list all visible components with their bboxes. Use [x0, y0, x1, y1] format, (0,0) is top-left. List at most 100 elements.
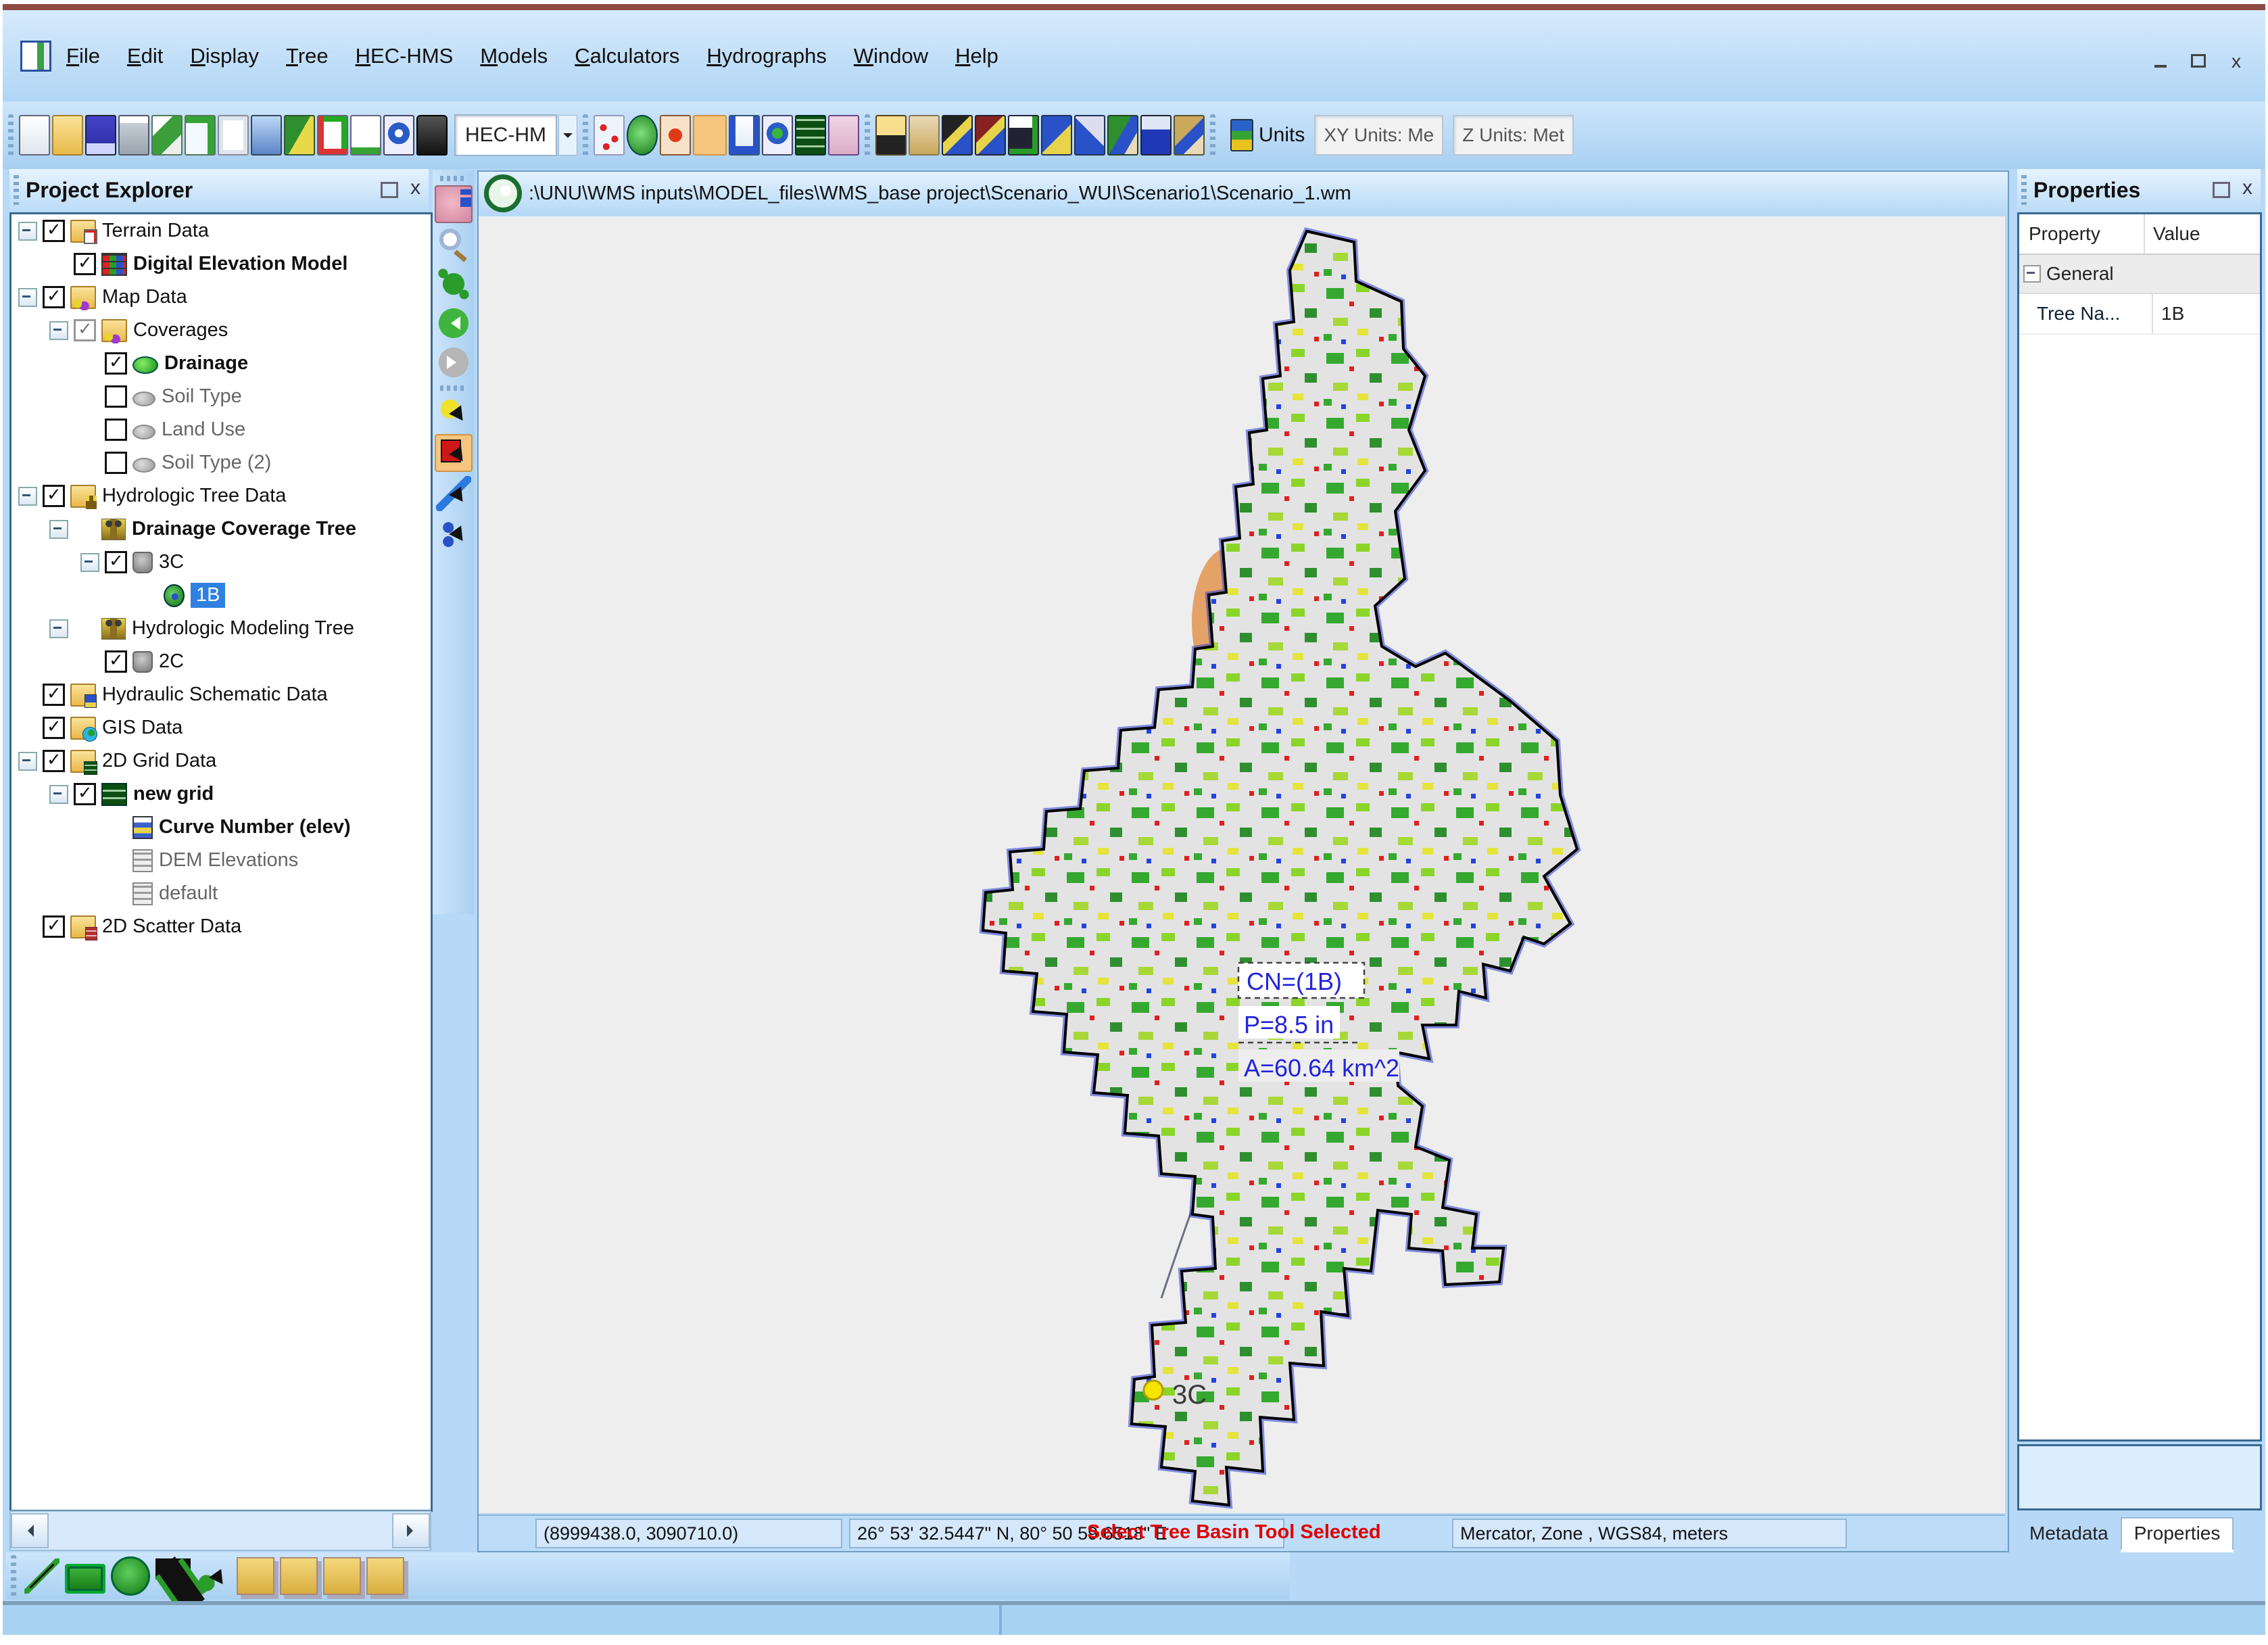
- export-icon[interactable]: [1140, 115, 1172, 156]
- oval-tool-icon[interactable]: [111, 1556, 150, 1596]
- save-icon[interactable]: [85, 115, 116, 156]
- grid-module-icon[interactable]: [795, 115, 826, 156]
- tree-expander-icon[interactable]: [49, 320, 68, 340]
- pan-tool-icon[interactable]: [435, 185, 473, 223]
- menu-file[interactable]: File: [66, 44, 100, 68]
- parameters-icon[interactable]: [909, 115, 940, 156]
- panel-grip-icon[interactable]: [14, 175, 19, 205]
- minimize-button[interactable]: [2150, 51, 2171, 72]
- tab-properties[interactable]: Properties: [2120, 1517, 2234, 1550]
- annotation-tool-icon-1[interactable]: [237, 1557, 274, 1595]
- display-grid-icon[interactable]: [975, 115, 1006, 156]
- text-tool-icon[interactable]: [155, 1558, 191, 1594]
- tree-item[interactable]: Hydraulic Schematic Data: [11, 678, 431, 711]
- refresh-icon[interactable]: [350, 115, 381, 156]
- compute-basin-icon[interactable]: [875, 115, 907, 156]
- select-basin-tool-icon-active[interactable]: [435, 434, 473, 472]
- annotation-tool-icon-3[interactable]: [323, 1557, 361, 1595]
- display-options-icon[interactable]: [317, 115, 348, 156]
- scroll-right-icon[interactable]: [392, 1513, 430, 1548]
- menu-display[interactable]: Display: [190, 44, 259, 68]
- panel-close-icon[interactable]: x: [410, 178, 420, 198]
- tree-item[interactable]: Curve Number (elev): [11, 811, 431, 844]
- tree-checkbox[interactable]: [43, 915, 65, 938]
- drawing-toolbar-grip[interactable]: [11, 1555, 16, 1597]
- menu-help[interactable]: Help: [955, 44, 998, 68]
- tree-item[interactable]: Coverages: [11, 314, 431, 347]
- menu-hydrographs[interactable]: Hydrographs: [706, 44, 826, 68]
- hydrologic-tree-module-icon[interactable]: [693, 115, 727, 156]
- drainage-module-icon[interactable]: [627, 115, 658, 156]
- panel-float-icon[interactable]: [381, 182, 398, 198]
- flow-path-icon[interactable]: [1074, 115, 1105, 156]
- annotation-tool-icon-4[interactable]: [366, 1557, 404, 1595]
- toolbar-grip-2[interactable]: [583, 114, 588, 156]
- tree-checkbox[interactable]: [74, 318, 96, 341]
- project-tree-hscrollbar[interactable]: [9, 1510, 431, 1551]
- annotation-tool-icon-2[interactable]: [280, 1557, 318, 1595]
- river-module-icon[interactable]: [729, 115, 760, 156]
- select-node-tool-icon[interactable]: [436, 515, 471, 550]
- menu-edit[interactable]: Edit: [127, 44, 163, 68]
- tree-checkbox[interactable]: [43, 749, 65, 772]
- menu-models[interactable]: Models: [480, 44, 548, 68]
- properties-float-icon[interactable]: [2213, 182, 2230, 198]
- rectangle-tool-icon[interactable]: [65, 1564, 105, 1594]
- menu-tree[interactable]: Tree: [286, 44, 329, 68]
- tree-item[interactable]: 1B: [11, 579, 431, 612]
- tree-item[interactable]: 2D Grid Data: [11, 744, 431, 778]
- tree-item[interactable]: GIS Data: [11, 711, 431, 744]
- tree-item[interactable]: new grid: [11, 778, 431, 811]
- tree-checkbox[interactable]: [105, 352, 127, 375]
- map-window-titlebar[interactable]: :\UNU\WMS inputs\MODEL_files\WMS_base pr…: [479, 172, 2008, 215]
- property-value[interactable]: 1B: [2152, 294, 2260, 333]
- tree-checkbox[interactable]: [105, 385, 127, 408]
- property-row[interactable]: Tree Na... 1B: [2019, 294, 2260, 335]
- next-view-icon[interactable]: [436, 345, 471, 380]
- select-arc-tool-icon[interactable]: [436, 476, 471, 511]
- units-button[interactable]: Units: [1230, 119, 1305, 151]
- line-tool-icon[interactable]: [24, 1558, 59, 1594]
- tree-item[interactable]: Land Use: [11, 413, 431, 446]
- toolbar-grip[interactable]: [8, 114, 14, 156]
- group-collapse-icon[interactable]: [2023, 265, 2041, 283]
- properties-grip-icon[interactable]: [2021, 175, 2027, 205]
- tree-checkbox[interactable]: [105, 650, 127, 673]
- tree-expander-icon[interactable]: [18, 287, 37, 307]
- restore-button[interactable]: [2188, 51, 2209, 72]
- close-button[interactable]: x: [2226, 51, 2246, 72]
- model-selector-dropdown-arrow[interactable]: [558, 115, 577, 156]
- tree-item[interactable]: Digital Elevation Model: [11, 247, 431, 281]
- tree-checkbox[interactable]: [43, 219, 65, 242]
- basin-data-icon[interactable]: [1174, 115, 1205, 156]
- tree-item[interactable]: Soil Type: [11, 380, 431, 413]
- tree-item[interactable]: 2D Scatter Data: [11, 910, 431, 943]
- toolbar-grip-3[interactable]: [865, 114, 870, 156]
- toolbar-grip-4[interactable]: [1210, 114, 1215, 156]
- frame-icon[interactable]: [218, 115, 249, 156]
- previous-view-icon[interactable]: [436, 306, 471, 341]
- tree-checkbox[interactable]: [43, 683, 65, 706]
- tree-expander-icon[interactable]: [49, 784, 68, 804]
- tree-checkbox[interactable]: [105, 452, 127, 474]
- scroll-left-icon[interactable]: [11, 1513, 49, 1548]
- tree-item[interactable]: 3C: [11, 546, 431, 579]
- scatter-module-icon[interactable]: [594, 115, 625, 156]
- tree-item[interactable]: DEM Elevations: [11, 844, 431, 877]
- tool-palette-grip-2[interactable]: [440, 385, 467, 391]
- menu-hec-hms[interactable]: HEC-HMS: [356, 44, 454, 68]
- open-file-icon[interactable]: [52, 115, 83, 156]
- print-icon[interactable]: [118, 115, 149, 156]
- tree-expander-icon[interactable]: [49, 519, 68, 539]
- tool-palette-grip[interactable]: [440, 176, 467, 181]
- select-outlet-tool-icon[interactable]: [436, 395, 471, 430]
- select-drawing-tool-icon[interactable]: [196, 1558, 231, 1594]
- tree-checkbox[interactable]: [43, 285, 65, 308]
- model-selector-dropdown[interactable]: HEC-HM: [454, 114, 557, 156]
- delineate-icon[interactable]: [1041, 115, 1072, 156]
- tree-item[interactable]: 2C: [11, 645, 431, 678]
- edit-icon[interactable]: [151, 115, 183, 156]
- gis-module-icon[interactable]: [762, 115, 793, 156]
- tab-metadata[interactable]: Metadata: [2017, 1519, 2121, 1550]
- tree-checkbox[interactable]: [105, 550, 127, 573]
